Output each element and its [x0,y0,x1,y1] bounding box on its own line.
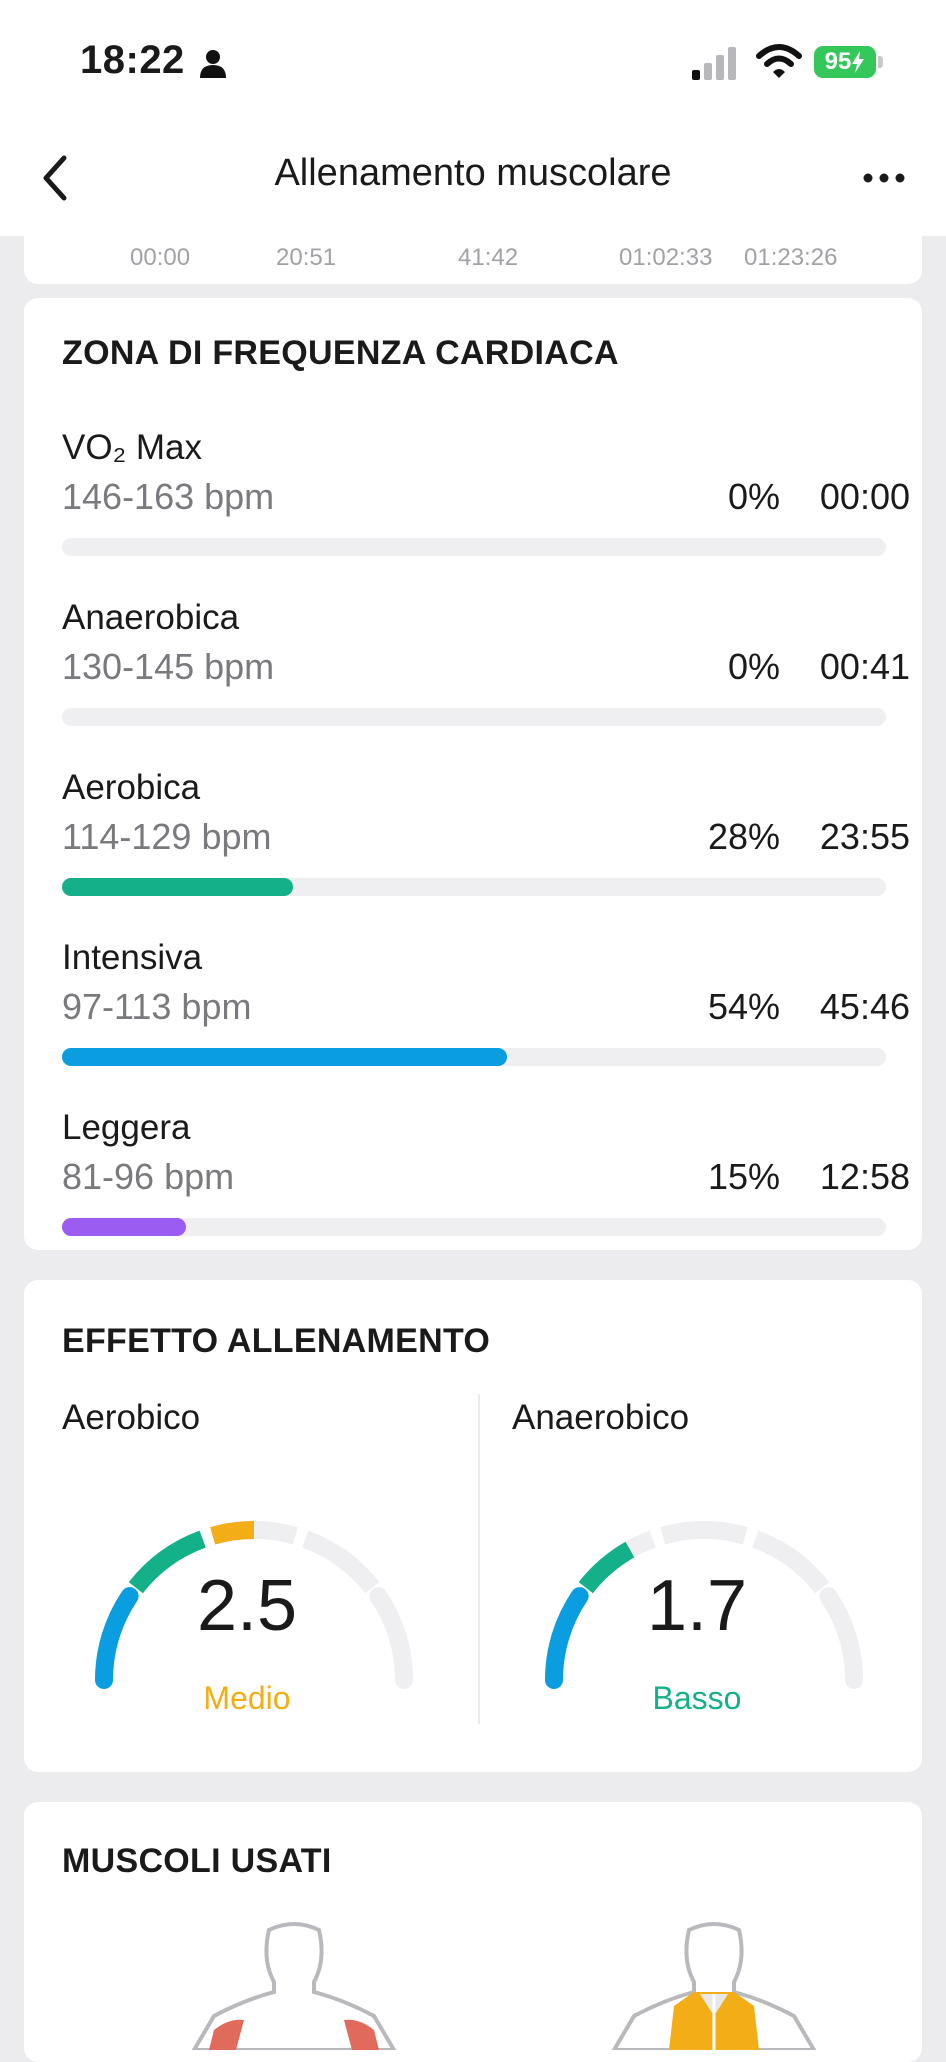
zone-duration: 00:00 [819,476,910,517]
training-effect-title: EFFETTO ALLENAMENTO [62,1322,491,1360]
anaerobic-gauge-segment-track [660,1521,748,1545]
zone-percent: 28% [707,816,780,857]
zone-progress-fill [62,878,293,896]
zone-progress-fill [62,1218,186,1236]
zone-bpm-range: 146-163 bpm [62,476,275,517]
status-time: 18:22 [80,38,185,82]
axis-label-0: 00:00 [130,244,191,271]
zone-progress-track [62,1218,886,1236]
wifi-icon [756,44,802,78]
zone-progress-fill [62,1048,507,1066]
charging-bolt-icon [852,51,865,73]
status-bar: 18:22 95 [0,0,946,120]
body-front-figure [191,1922,397,2050]
zone-name: VO₂ Max [62,428,202,467]
zone-bpm-range: 81-96 bpm [62,1156,235,1197]
navigation-bar: Allenamento muscolare [0,120,946,236]
zone-duration: 00:41 [819,646,910,687]
battery-tip [878,56,883,68]
zone-bpm-range: 114-129 bpm [62,816,272,857]
muscles-used-card: MUSCOLI USATI [24,1802,922,2062]
axis-label-3: 01:02:33 [619,244,713,271]
more-options-icon[interactable] [862,172,906,184]
zone-bpm-range: 130-145 bpm [62,646,275,687]
zone-duration: 12:58 [819,1156,910,1197]
zone-name: Intensiva [62,938,203,977]
zone-percent: 15% [707,1156,780,1197]
zone-progress-track [62,538,886,556]
page-title: Allenamento muscolare [274,152,672,194]
axis-label-4: 01:23:26 [744,244,838,271]
zone-percent: 0% [727,646,780,687]
zone-name: Aerobica [62,768,201,807]
battery-indicator: 95 [814,46,876,78]
battery-level: 95 [824,48,852,75]
aerobic-score: 2.5 [196,1566,298,1646]
axis-label-1: 20:51 [276,244,337,271]
zone-percent: 0% [727,476,780,517]
anaerobic-score: 1.7 [646,1566,748,1646]
training-effect-card: EFFETTO ALLENAMENTO Aerobico 2.5 Medio A… [24,1280,922,1772]
anaerobic-gauge-segment-track [819,1587,863,1689]
zone-progress-track [62,878,886,896]
column-divider [478,1394,480,1724]
zone-percent: 54% [707,986,780,1027]
axis-label-2: 41:42 [458,244,519,271]
zone-bpm-range: 97-113 bpm [62,986,252,1027]
zone-progress-track [62,708,886,726]
aerobic-level: Medio [203,1680,291,1716]
anaerobic-gauge-segment-fill [545,1587,589,1689]
heart-zone-title: ZONA DI FREQUENZA CARDIACA [62,334,619,372]
heart-rate-timeline-card: 00:00 20:51 41:42 01:02:33 01:23:26 [24,236,922,284]
cellular-signal-icon [692,47,736,80]
zone-progress-track [62,1048,886,1066]
aerobic-gauge-segment-fill [210,1521,255,1545]
zone-duration: 45:46 [819,986,910,1027]
body-back-figure [611,1922,817,2050]
zone-duration: 23:55 [819,816,910,857]
aerobic-gauge-segment-fill [95,1587,139,1689]
zone-name: Leggera [62,1108,191,1147]
zone-name: Anaerobica [62,598,240,637]
person-icon [200,50,226,78]
anaerobic-label: Anaerobico [512,1398,690,1437]
aerobic-gauge-segment-track [369,1587,413,1689]
muscles-used-title: MUSCOLI USATI [62,1842,332,1880]
anaerobic-level: Basso [652,1680,742,1716]
aerobic-label: Aerobico [62,1398,201,1437]
heart-rate-zone-card: ZONA DI FREQUENZA CARDIACA VO₂ Max 146-16… [24,298,922,1250]
